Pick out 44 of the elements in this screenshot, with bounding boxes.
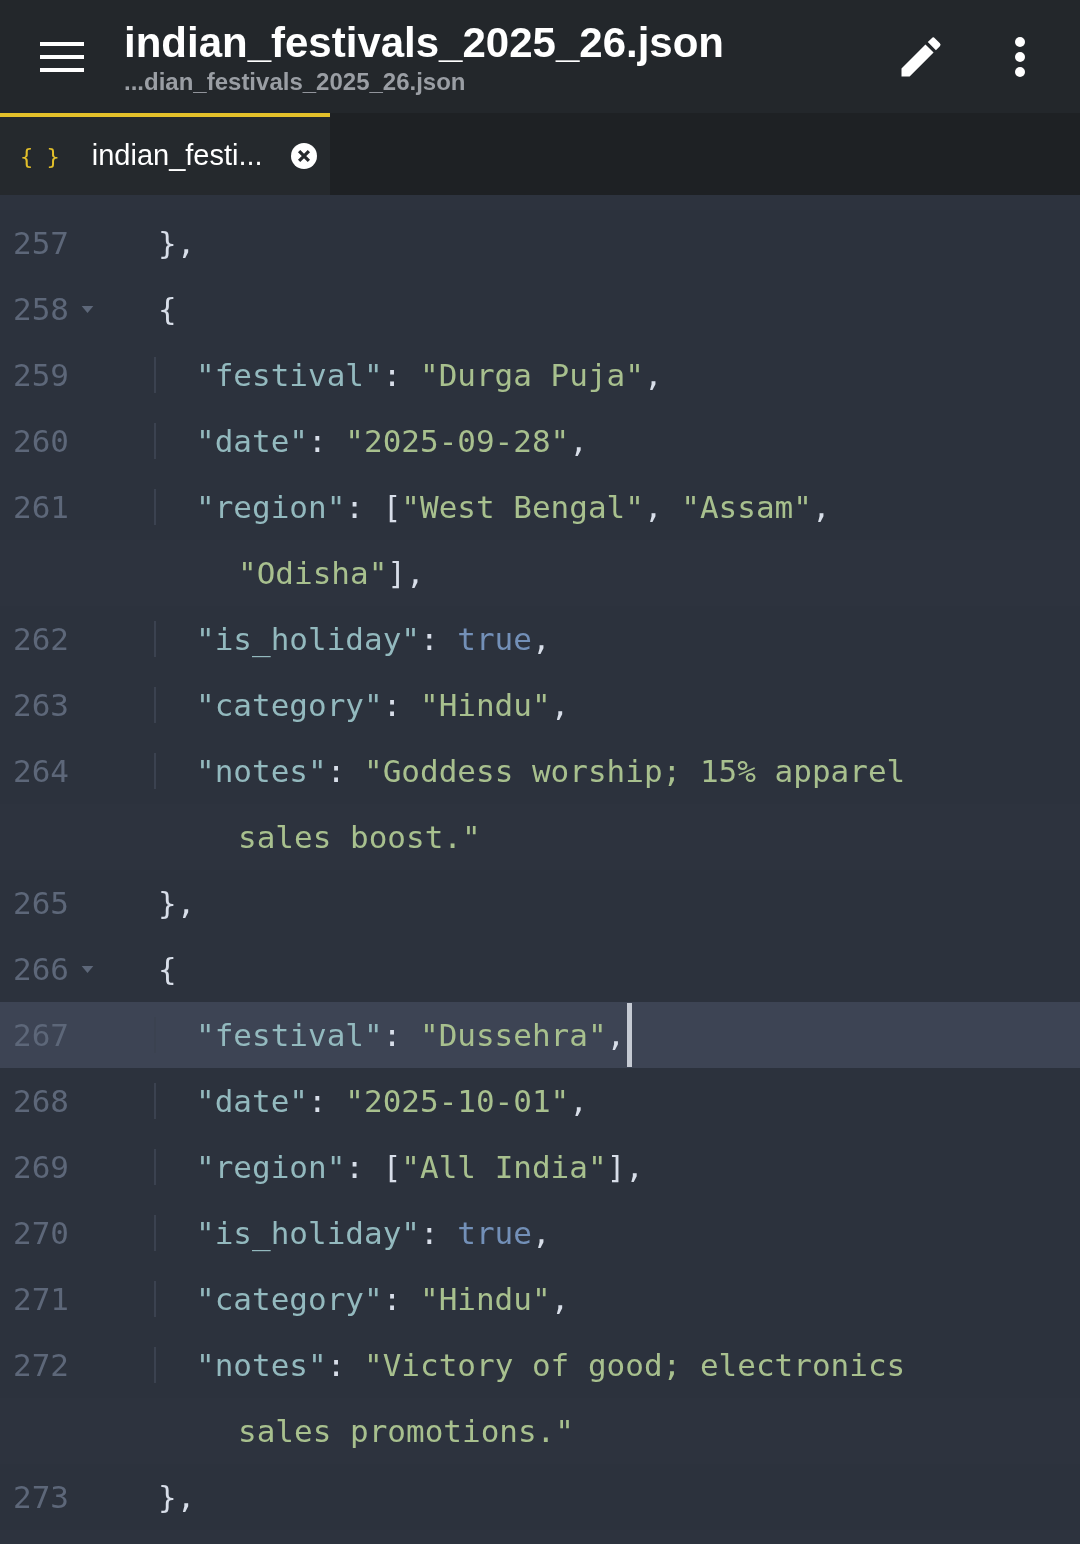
code-line: "Odisha"],	[238, 553, 425, 593]
code-line: "region": ["West Bengal", "Assam",	[196, 487, 831, 527]
line-number: 266	[12, 949, 69, 989]
code-line: "is_holiday": true,	[196, 619, 551, 660]
code-line: "festival": "Durga Puja",	[196, 355, 663, 395]
line-number: 271	[12, 1279, 69, 1319]
code-line: {	[158, 289, 177, 329]
code-line: "notes": "Goddess worship; 15% apparel	[196, 751, 906, 791]
code-line: "notes": "Victory of good; electronics	[196, 1345, 906, 1385]
file-title: indian_festivals_2025_26.json	[124, 17, 724, 68]
code-line: "date": "2025-09-28",	[196, 421, 588, 461]
code-line: sales promotions."	[238, 1411, 574, 1451]
code-line: "category": "Hindu",	[196, 1279, 570, 1319]
code-line: "category": "Hindu",	[196, 685, 570, 725]
code-line: },	[158, 883, 196, 923]
line-number: 261	[12, 487, 69, 527]
file-tab[interactable]: { } indian_festi...	[0, 113, 330, 195]
line-number: 259	[12, 355, 69, 395]
code-line: {	[158, 949, 177, 989]
line-number: 258	[12, 289, 69, 329]
close-icon[interactable]	[290, 143, 317, 169]
line-number: 263	[12, 685, 69, 725]
line-number: 270	[12, 1213, 69, 1253]
more-options-icon[interactable]	[1015, 36, 1025, 77]
file-path: ...dian_festivals_2025_26.json	[124, 67, 467, 96]
line-number: 272	[12, 1345, 69, 1385]
code-line: },	[158, 223, 196, 263]
code-line: "date": "2025-10-01",	[196, 1081, 588, 1121]
code-line: "is_holiday": true,	[196, 1213, 551, 1254]
line-number: 262	[12, 619, 69, 659]
code-line: "region": ["All India"],	[196, 1147, 644, 1187]
line-number: 273	[12, 1477, 69, 1517]
line-number: 265	[12, 883, 69, 923]
line-number: 257	[12, 223, 69, 263]
json-icon: { }	[20, 139, 60, 173]
text-cursor	[627, 1003, 633, 1067]
line-number: 268	[12, 1081, 69, 1121]
menu-icon[interactable]	[40, 41, 84, 72]
code-line: sales boost."	[238, 817, 481, 857]
code-line: },	[158, 1477, 196, 1517]
line-number: 269	[12, 1147, 69, 1187]
line-number: 260	[12, 421, 69, 461]
code-line: "festival": "Dussehra",	[196, 1015, 626, 1055]
line-number: 264	[12, 751, 69, 791]
